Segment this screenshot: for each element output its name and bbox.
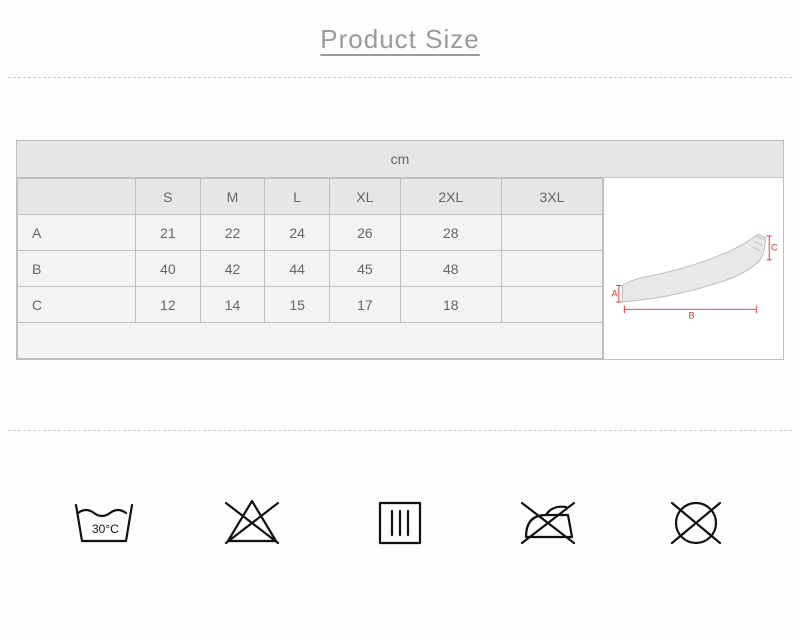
- cell: 42: [200, 251, 265, 287]
- diagram-label-b: B: [688, 310, 694, 320]
- col-l: L: [265, 179, 330, 215]
- cell: 12: [136, 287, 201, 323]
- cell: [501, 287, 602, 323]
- cell: 26: [330, 215, 401, 251]
- size-table: S M L XL 2XL 3XL A 21 22 24 26 28: [17, 178, 603, 359]
- table-row: C 12 14 15 17 18: [18, 287, 603, 323]
- cell: 17: [330, 287, 401, 323]
- table-blank-row: [18, 323, 603, 359]
- cell: 45: [330, 251, 401, 287]
- col-m: M: [200, 179, 265, 215]
- wash-30-icon: 30°C: [68, 491, 140, 556]
- cell: 24: [265, 215, 330, 251]
- cell: 22: [200, 215, 265, 251]
- care-icons-row: 30°C: [0, 491, 800, 556]
- cell: 14: [200, 287, 265, 323]
- no-iron-icon: [512, 491, 584, 556]
- col-s: S: [136, 179, 201, 215]
- header-blank: [18, 179, 136, 215]
- cell: 15: [265, 287, 330, 323]
- cell: [501, 215, 602, 251]
- cell: 40: [136, 251, 201, 287]
- col-xl: XL: [330, 179, 401, 215]
- row-label-a: A: [18, 215, 136, 251]
- cell: 18: [400, 287, 501, 323]
- col-3xl: 3XL: [501, 179, 602, 215]
- diagram-label-c: C: [771, 242, 778, 252]
- table-header-row: S M L XL 2XL 3XL: [18, 179, 603, 215]
- cell: 28: [400, 215, 501, 251]
- table-row: B 40 42 44 45 48: [18, 251, 603, 287]
- table-row: A 21 22 24 26 28: [18, 215, 603, 251]
- no-dryclean-icon: [660, 491, 732, 556]
- measurement-diagram: A B C: [603, 178, 783, 359]
- row-label-b: B: [18, 251, 136, 287]
- cell: [501, 251, 602, 287]
- cell: 21: [136, 215, 201, 251]
- svg-text:30°C: 30°C: [92, 522, 119, 536]
- row-label-c: C: [18, 287, 136, 323]
- no-bleach-icon: [216, 491, 288, 556]
- divider-bottom: [8, 430, 792, 431]
- tumble-dry-icon: [364, 491, 436, 556]
- divider-top: [8, 77, 792, 78]
- diagram-label-a: A: [611, 288, 618, 298]
- cell: 48: [400, 251, 501, 287]
- cell: 44: [265, 251, 330, 287]
- page-title: Product Size: [320, 24, 479, 55]
- col-2xl: 2XL: [400, 179, 501, 215]
- unit-label: cm: [17, 141, 783, 178]
- size-table-container: cm S M L XL 2XL 3XL A 21 22 24 26: [16, 140, 784, 360]
